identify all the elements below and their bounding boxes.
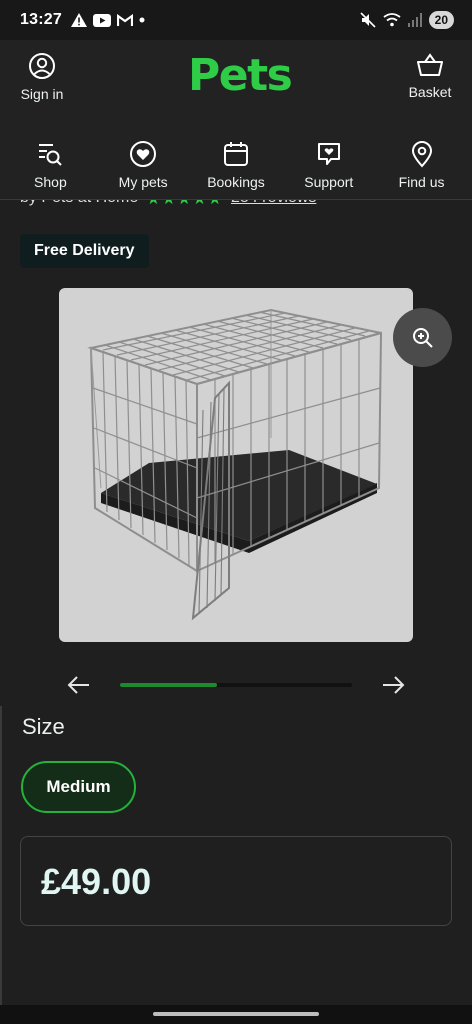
size-option-medium[interactable]: Medium: [21, 761, 136, 813]
free-delivery-badge: Free Delivery: [20, 234, 149, 268]
wifi-icon: [383, 13, 401, 27]
basket-button[interactable]: Basket: [402, 52, 458, 100]
carousel-controls: [0, 670, 472, 700]
system-icons: 20: [360, 11, 454, 29]
nav-support[interactable]: Support: [284, 140, 374, 190]
zoom-in-icon: [412, 327, 433, 348]
nav-shop-label: Shop: [34, 174, 67, 190]
nav-shop[interactable]: Shop: [5, 140, 95, 190]
location-pin-icon: [411, 141, 432, 168]
price-box: £49.00: [20, 836, 452, 926]
carousel-progress: [120, 683, 352, 687]
heart-badge-icon: [130, 141, 157, 167]
status-time: 13:27: [20, 11, 62, 28]
user-icon: [29, 53, 55, 79]
home-indicator[interactable]: [153, 1012, 319, 1016]
nav-find-us[interactable]: Find us: [377, 140, 467, 190]
rating-stars: ★★★★★: [146, 200, 223, 209]
nav-support-label: Support: [304, 174, 354, 190]
site-header: Sign in Pets Basket Shop My pets Booking…: [0, 40, 472, 200]
search-list-icon: [39, 144, 63, 166]
notification-icons: [70, 13, 145, 27]
dot-icon: [139, 17, 145, 23]
arrow-left-icon[interactable]: [66, 674, 92, 696]
chat-heart-icon: [317, 143, 340, 165]
battery-indicator: 20: [428, 11, 454, 29]
reviews-strip: by Pets at Home ★★★★★ 284 reviews: [0, 200, 472, 212]
mute-icon: [360, 12, 376, 28]
nav-find-us-label: Find us: [398, 174, 445, 190]
basket-label: Basket: [408, 84, 452, 100]
warning-icon: [70, 13, 87, 27]
basket-icon: [417, 53, 443, 76]
pets-logo[interactable]: Pets: [188, 50, 293, 101]
product-price: £49.00: [41, 861, 152, 902]
product-image[interactable]: [59, 288, 413, 642]
sign-in-button[interactable]: Sign in: [14, 52, 70, 102]
main-nav: Shop My pets Bookings Support Find us: [0, 140, 472, 190]
brand-line[interactable]: by Pets at Home: [20, 200, 138, 209]
signal-icon: [407, 13, 422, 27]
nav-my-pets-label: My pets: [118, 174, 168, 190]
status-bar: 13:27 20: [0, 0, 472, 40]
nav-my-pets[interactable]: My pets: [98, 140, 188, 190]
system-nav-bar: [0, 1005, 472, 1024]
reviews-link[interactable]: 284 reviews: [231, 200, 316, 209]
sign-in-label: Sign in: [20, 86, 64, 102]
gmail-icon: [116, 13, 133, 26]
size-heading: Size: [22, 714, 65, 739]
zoom-button[interactable]: [393, 308, 452, 367]
carousel-progress-fill: [120, 683, 218, 687]
arrow-right-icon[interactable]: [380, 674, 406, 696]
youtube-icon: [92, 13, 111, 27]
dog-crate-image: [87, 308, 383, 621]
nav-bookings-label: Bookings: [207, 174, 265, 190]
calendar-icon: [223, 142, 248, 166]
nav-bookings[interactable]: Bookings: [191, 140, 281, 190]
